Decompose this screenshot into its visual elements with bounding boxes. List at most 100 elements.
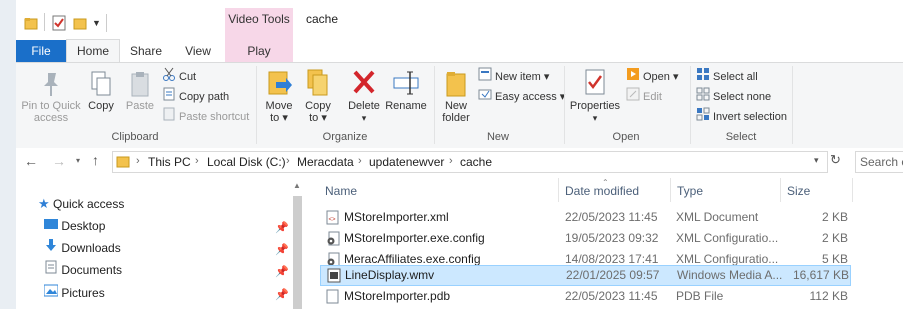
file-size: 16,617 KB [792,268,849,282]
rename-label: Rename [385,100,427,112]
scissors-icon [162,67,176,87]
easy-access-button[interactable]: Easy access ▾ [478,87,565,105]
column-header-name[interactable]: Name [325,184,357,198]
address-folder-icon [116,154,130,171]
recent-locations-icon[interactable]: ▾ [76,156,80,165]
address-dropdown-icon[interactable]: ▾ [814,155,819,166]
pin-icon[interactable]: 📌 [275,288,289,301]
copy-to-icon [300,68,336,100]
back-arrow-icon[interactable]: ← [24,153,38,169]
paste-shortcut-button[interactable]: Paste shortcut [162,107,249,125]
breadcrumb-this-pc[interactable]: This PC [148,155,191,169]
select-none-button[interactable]: Select none [696,87,771,105]
select-all-button[interactable]: Select all [696,67,758,85]
breadcrumb-chevron-icon[interactable]: › [195,155,199,167]
delete-dropdown-icon: ▾ [361,113,367,123]
pin-to-quick-access-button[interactable]: Pin to Quick access [20,70,82,124]
properties-button[interactable]: Properties ▾ [568,68,622,124]
file-date: 22/05/2023 11:45 [565,289,658,303]
tab-share[interactable]: Share [120,40,172,62]
column-divider[interactable] [852,178,853,202]
rename-icon [384,68,428,100]
nav-item-desktop[interactable]: Desktop [44,216,105,236]
nav-item-documents[interactable]: Documents [44,260,122,280]
qat-dropdown-icon[interactable]: ▼ [92,18,101,28]
file-row[interactable]: <> MStoreImporter.xml 22/05/2023 11:45 X… [320,207,851,228]
breadcrumb-cache[interactable]: cache [460,155,492,169]
move-to-button[interactable]: Move to ▾ [262,68,296,124]
file-row[interactable]: MStoreImporter.exe.config 19/05/2023 09:… [320,228,851,249]
column-header-date[interactable]: Date modified [565,184,639,198]
open-button[interactable]: Open ▾ [626,67,679,85]
properties-check-icon[interactable] [52,15,66,34]
refresh-icon[interactable]: ↻ [830,152,841,168]
open-group-label: Open [612,131,640,143]
new-folder-large-icon [438,68,474,100]
tab-play[interactable]: Play [225,40,293,62]
window-title: cache [306,12,339,26]
edit-button[interactable]: Edit [626,87,662,105]
new-item-button[interactable]: New item ▾ [478,67,549,85]
pin-icon[interactable]: 📌 [275,265,289,278]
file-date: 19/05/2023 09:32 [565,231,659,245]
config-file-icon [326,231,340,246]
file-name: MeracAffiliates.exe.config [344,252,481,266]
tab-home[interactable]: Home [66,39,120,62]
move-to-icon [262,68,296,100]
select-none-icon [696,87,710,107]
breadcrumb-chevron-icon[interactable]: › [449,155,453,167]
breadcrumb-chevron-icon[interactable]: › [136,155,140,167]
up-arrow-icon[interactable]: ↑ [92,152,99,168]
rename-button[interactable]: Rename [384,68,428,112]
copy-to-button[interactable]: Copy to ▾ [300,68,336,124]
nav-item-label: Documents [61,263,123,277]
video-tools-label: Video Tools [228,12,290,26]
nav-item-label: Downloads [61,241,121,255]
nav-item-downloads[interactable]: Downloads [44,238,121,258]
breadcrumb-updatenewver[interactable]: updatenewver [369,155,444,169]
file-row[interactable]: MStoreImporter.pdb 22/05/2023 11:45 PDB … [320,286,851,307]
downloads-icon [44,239,58,255]
pin-label-line1: Pin to Quick [21,100,81,112]
column-divider[interactable] [780,178,781,202]
invert-selection-button[interactable]: Invert selection [696,107,787,125]
column-divider[interactable] [670,178,671,202]
copy-to-label-line2: to ▾ [309,112,327,124]
documents-icon [44,260,58,277]
pin-icon[interactable]: 📌 [275,243,289,256]
file-size: 2 KB [821,231,848,245]
new-folder-button[interactable]: New folder [438,68,474,124]
file-row-selected[interactable]: LineDisplay.wmv 22/01/2025 09:57 Windows… [320,265,851,286]
nav-pane-scroll-thumb[interactable] [293,196,302,309]
svg-text:<>: <> [329,217,337,223]
star-icon: ★ [38,196,50,211]
ribbon-separator [434,66,435,144]
copy-path-button[interactable]: Copy path [162,87,229,105]
folder-icon[interactable] [24,16,38,33]
column-divider[interactable] [558,178,559,202]
scroll-up-icon[interactable]: ▲ [293,181,301,190]
copy-to-label-line1: Copy [305,100,331,112]
cut-button[interactable]: Cut [162,67,196,85]
file-name: MStoreImporter.exe.config [344,231,485,245]
breadcrumb-local-disk[interactable]: Local Disk (C:) [207,155,286,169]
tab-file[interactable]: File [16,40,66,62]
ribbon-separator [690,66,691,144]
nav-item-pictures[interactable]: Pictures [43,283,105,303]
nav-item-quick-access[interactable]: ★ Quick access [38,194,124,214]
delete-button[interactable]: Delete ▾ [344,68,384,124]
new-folder-icon[interactable] [73,16,87,33]
pin-icon[interactable]: 📌 [275,221,289,234]
nav-item-label: Pictures [61,286,105,300]
breadcrumb-chevron-icon[interactable]: › [286,155,290,167]
ribbon-separator [564,66,565,144]
paste-button[interactable]: Paste [122,70,158,112]
breadcrumb-chevron-icon[interactable]: › [358,155,362,167]
tab-view[interactable]: View [174,40,222,62]
breadcrumb-meracdata[interactable]: Meracdata [297,155,354,169]
column-header-type[interactable]: Type [677,184,703,198]
copy-button[interactable]: Copy [84,70,118,112]
forward-arrow-icon[interactable]: → [52,153,66,169]
column-header-size[interactable]: Size [787,184,810,198]
file-name: LineDisplay.wmv [345,268,435,282]
